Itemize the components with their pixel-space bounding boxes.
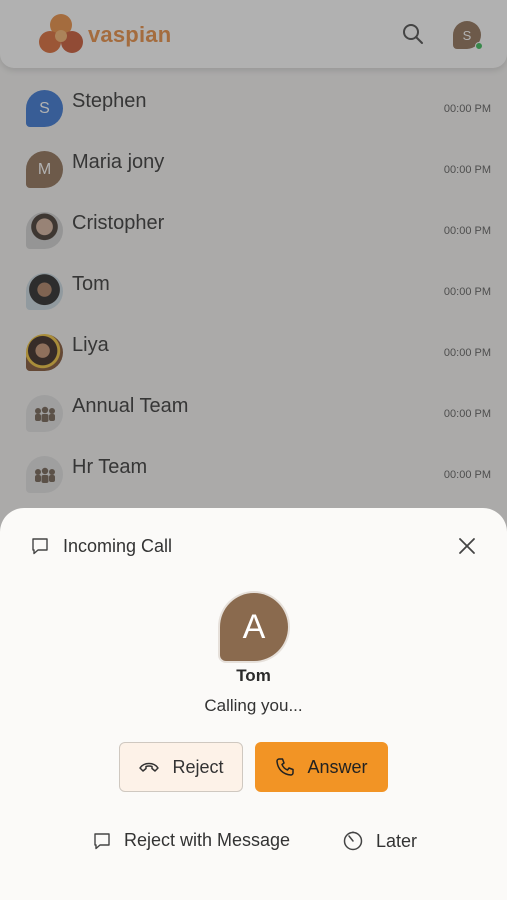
caller-name: Tom [236,666,271,685]
timer-icon [343,831,363,851]
reject-with-message-label: Reject with Message [124,830,291,850]
reject-label: Reject [172,756,224,777]
close-icon[interactable] [456,535,478,557]
sheet-title: Incoming Call [63,536,173,556]
answer-button[interactable]: Answer [255,742,388,792]
hang-up-icon [139,762,160,772]
message-icon [32,538,48,555]
message-icon [94,832,110,849]
caller-avatar: A [220,593,288,661]
later-button[interactable]: Later [342,830,417,852]
later-label: Later [376,830,418,851]
reject-button[interactable]: Reject [119,742,243,792]
caller-initial: A [242,607,266,646]
incoming-call-sheet: Incoming Call A Tom Calling you... Rejec… [0,508,507,900]
call-status: Calling you... [204,696,303,715]
answer-label: Answer [307,756,368,777]
phone-icon [276,758,295,776]
reject-with-message-button[interactable]: Reject with Message [92,830,290,851]
